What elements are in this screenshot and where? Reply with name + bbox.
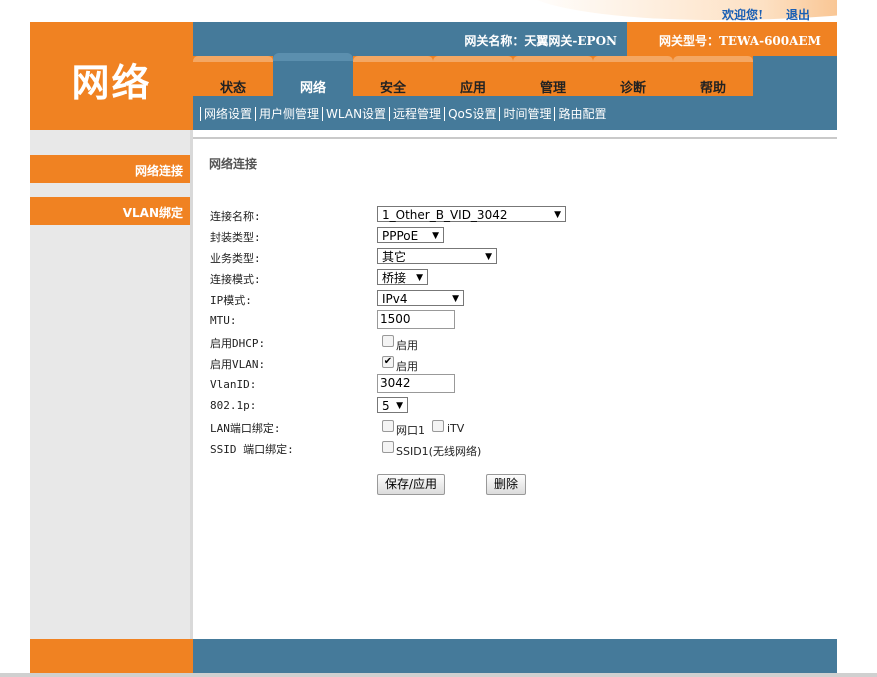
dhcp-checkbox[interactable] [382, 335, 394, 347]
tab-security[interactable]: 安全 [353, 56, 433, 96]
main-tabs: 状态 网络 安全 应用 管理 诊断 帮助 [193, 53, 753, 96]
priority-8021p-select[interactable]: 5 ▼ [377, 397, 408, 413]
sidebar-item-network-connection[interactable]: 网络连接 [30, 155, 193, 183]
label-lan-binding: LAN端口绑定: [210, 422, 281, 435]
label-8021p: 802.1p: [210, 399, 257, 412]
bottom-bar [0, 673, 877, 677]
connection-name-select[interactable]: 1_Other_B_VID_3042 ▼ [377, 206, 566, 222]
tab-diagnostics[interactable]: 诊断 [593, 56, 673, 96]
footer-left [30, 639, 193, 673]
subnav-time[interactable]: 时间管理 [499, 107, 555, 121]
label-encapsulation: 封装类型: [210, 231, 261, 244]
dhcp-checkbox-label: 启用 [396, 339, 418, 352]
itv-checkbox[interactable] [432, 420, 444, 432]
itv-checkbox-label: iTV [447, 422, 465, 435]
gateway-name-area: 网关名称：天翼网关-EPON [193, 22, 627, 56]
vlan-checkbox-label: 启用 [396, 360, 418, 373]
service-type-select[interactable]: 其它 ▼ [377, 248, 497, 264]
footer-right [193, 639, 837, 673]
label-ssid-binding: SSID 端口绑定: [210, 443, 294, 456]
dropdown-arrow-icon: ▼ [452, 294, 459, 304]
subnav-qos[interactable]: QoS设置 [444, 107, 500, 121]
ssid1-checkbox[interactable] [382, 441, 394, 453]
vlan-checkbox[interactable]: ✔ [382, 356, 394, 368]
label-dhcp: 启用DHCP: [210, 337, 266, 350]
tab-help[interactable]: 帮助 [673, 56, 753, 96]
sub-navigation: 网络设置 用户侧管理 WLAN设置 远程管理 QoS设置 时间管理 路由配置 [200, 105, 610, 122]
dropdown-arrow-icon: ▼ [554, 210, 561, 220]
content-divider [190, 130, 193, 639]
subnav-route[interactable]: 路由配置 [554, 107, 610, 121]
encapsulation-select[interactable]: PPPoE ▼ [377, 227, 444, 243]
logout-link[interactable]: 退出 [786, 6, 810, 23]
gateway-name: 网关名称：天翼网关-EPON [464, 34, 617, 48]
subnav-wlan[interactable]: WLAN设置 [322, 107, 390, 121]
tab-application[interactable]: 应用 [433, 56, 513, 96]
label-ip-mode: IP模式: [210, 294, 252, 307]
welcome-link[interactable]: 欢迎您! [722, 6, 763, 23]
vlanid-input[interactable]: 3042 [377, 374, 455, 393]
tab-status[interactable]: 状态 [193, 56, 273, 96]
gateway-model: 网关型号：TEWA-600AEM [659, 34, 821, 48]
lan1-checkbox[interactable] [382, 420, 394, 432]
delete-button[interactable]: 删除 [486, 474, 526, 495]
mtu-input[interactable]: 1500 [377, 310, 455, 329]
save-apply-button[interactable]: 保存/应用 [377, 474, 445, 495]
gateway-model-area: 网关型号：TEWA-600AEM [627, 22, 837, 56]
label-connection-mode: 连接模式: [210, 273, 261, 286]
dropdown-arrow-icon: ▼ [416, 273, 423, 283]
lan1-checkbox-label: 网口1 [396, 424, 425, 437]
tab-management[interactable]: 管理 [513, 56, 593, 96]
subnav-remote[interactable]: 远程管理 [389, 107, 445, 121]
content-top-border [193, 137, 837, 139]
label-service-type: 业务类型: [210, 252, 261, 265]
page-logo-title: 网络 [71, 61, 152, 105]
label-vlanid: VlanID: [210, 378, 257, 391]
dropdown-arrow-icon: ▼ [485, 252, 492, 262]
dropdown-arrow-icon: ▼ [432, 231, 439, 241]
dropdown-arrow-icon: ▼ [396, 401, 403, 411]
section-title: 网络连接 [209, 157, 258, 171]
label-vlan: 启用VLAN: [210, 358, 266, 371]
sidebar-item-vlan-binding[interactable]: VLAN绑定 [30, 197, 193, 225]
tab-network[interactable]: 网络 [273, 53, 353, 96]
subnav-network-settings[interactable]: 网络设置 [200, 107, 256, 121]
connection-mode-select[interactable]: 桥接 ▼ [377, 269, 428, 285]
label-connection-name: 连接名称: [210, 210, 261, 223]
label-mtu: MTU: [210, 314, 237, 327]
ssid1-checkbox-label: SSID1(无线网络) [396, 445, 482, 458]
ip-mode-select[interactable]: IPv4 ▼ [377, 290, 464, 306]
top-strip [30, 0, 193, 22]
subnav-user-side[interactable]: 用户侧管理 [255, 107, 323, 121]
